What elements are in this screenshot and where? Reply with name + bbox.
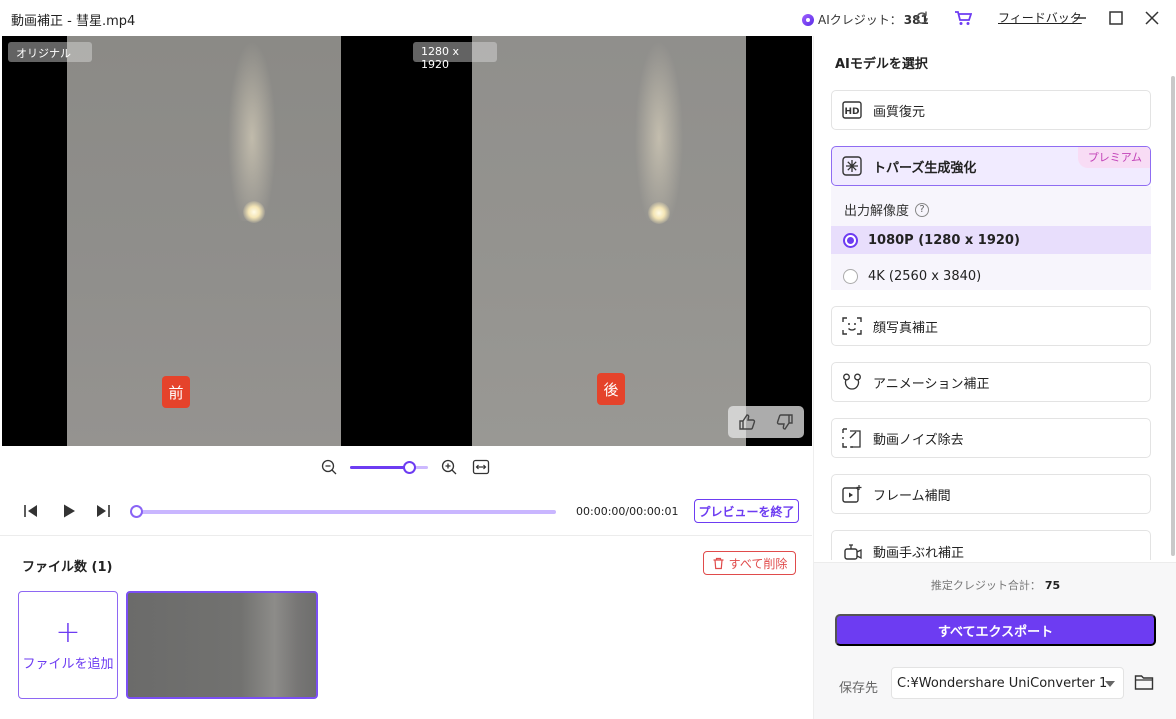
window-title: 動画補正 - 彗星.mp4 <box>11 14 136 29</box>
zoom-out-icon[interactable] <box>320 458 338 476</box>
delete-all-button[interactable]: すべて削除 <box>703 551 796 575</box>
save-location-value: C:¥Wondershare UniConverter 1 <box>897 675 1108 691</box>
title-bar: 動画補正 - 彗星.mp4 AIクレジット： 381 フィードバック <box>0 0 1176 36</box>
model-panel: AIモデルを選択 HD 画質復元 トパーズ生成強化 プレミアム 出力解像度 ? … <box>813 36 1176 719</box>
credit-estimate-label: 推定クレジット合計： <box>930 579 1041 592</box>
ai-credit-label: AIクレジット： <box>818 13 902 27</box>
option-4k[interactable]: 4K (2560 x 3840) <box>831 262 1151 290</box>
model-noise-removal[interactable]: 動画ノイズ除去 <box>831 418 1151 458</box>
original-frame <box>67 36 341 446</box>
export-all-button[interactable]: すべてエクスポート <box>835 614 1156 646</box>
bear-icon <box>841 371 863 393</box>
enhanced-pane: 1280 x 1920 後 <box>407 36 812 446</box>
zoom-slider[interactable] <box>350 461 428 474</box>
plus-icon: + <box>55 614 81 650</box>
add-file-label: ファイルを追加 <box>22 656 114 672</box>
comet-beam <box>619 36 699 221</box>
hd-icon: HD <box>841 99 863 121</box>
video-thumbnail[interactable] <box>126 591 318 699</box>
resolution-label-text: 出力解像度 <box>844 204 910 219</box>
resolution-label: 出力解像度 ? <box>844 200 930 219</box>
noise-icon <box>841 427 863 449</box>
ai-credit: AIクレジット： 381 <box>802 11 929 28</box>
before-badge: 前 <box>162 376 190 408</box>
after-badge: 後 <box>597 373 625 405</box>
timeline-track[interactable] <box>130 505 556 518</box>
resolution-tag: 1280 x 1920 <box>413 42 497 71</box>
help-icon[interactable]: ? <box>915 202 930 217</box>
thumbs-down-icon[interactable] <box>775 412 795 432</box>
previous-frame-icon[interactable] <box>22 503 40 519</box>
delete-all-label: すべて削除 <box>728 556 788 571</box>
zoom-in-icon[interactable] <box>440 458 458 476</box>
play-icon[interactable] <box>60 503 78 519</box>
credit-estimate: 推定クレジット合計： 75 <box>814 577 1176 593</box>
file-count-title: ファイル数 (1) <box>22 560 113 575</box>
stabilize-icon <box>841 542 863 560</box>
thumbs-up-icon[interactable] <box>737 412 757 432</box>
refresh-icon[interactable] <box>914 10 930 26</box>
trash-icon <box>713 557 724 569</box>
fit-width-icon[interactable] <box>472 458 490 476</box>
video-preview: オリジナル 前 1280 x 1920 後 <box>2 36 812 446</box>
timeline-handle[interactable] <box>130 505 143 518</box>
exit-preview-button[interactable]: プレビューを終了 <box>694 499 799 523</box>
ai-credit-icon <box>802 13 814 26</box>
cart-icon[interactable] <box>954 10 972 26</box>
next-frame-icon[interactable] <box>94 503 112 519</box>
time-display: 00:00:00/00:00:01 <box>576 505 679 518</box>
model-label: 画質復元 <box>873 104 926 120</box>
comet-glow <box>243 201 265 223</box>
panel-title: AIモデルを選択 <box>835 57 928 72</box>
radio-unselected[interactable] <box>843 268 858 284</box>
folder-icon[interactable] <box>1134 673 1154 691</box>
model-label: 顔写真補正 <box>873 320 939 336</box>
model-face-restore[interactable]: 顔写真補正 <box>831 306 1151 346</box>
model-label: 動画ノイズ除去 <box>873 432 964 448</box>
model-anime-enhance[interactable]: アニメーション補正 <box>831 362 1151 402</box>
option-label: 4K (2560 x 3840) <box>868 268 982 284</box>
chevron-down-icon <box>1105 681 1115 687</box>
sparkle-icon <box>841 155 863 177</box>
frame-icon <box>841 483 863 505</box>
model-label: 動画手ぶれ補正 <box>873 546 965 560</box>
playback-controls: 00:00:00/00:00:01 プレビューを終了 <box>0 497 812 525</box>
save-location-label: 保存先 <box>839 681 879 696</box>
zoom-slider-fill <box>350 466 411 469</box>
zoom-controls <box>320 458 500 476</box>
close-icon[interactable] <box>1144 10 1160 26</box>
face-scan-icon <box>841 315 863 337</box>
original-pane: オリジナル 前 <box>2 36 407 446</box>
save-location-select[interactable]: C:¥Wondershare UniConverter 1 <box>891 667 1124 699</box>
rating-buttons <box>728 406 804 438</box>
model-label: アニメーション補正 <box>873 376 990 392</box>
premium-badge: プレミアム <box>1077 147 1150 168</box>
comet-glow <box>648 202 670 224</box>
maximize-icon[interactable] <box>1108 10 1124 26</box>
svg-text:HD: HD <box>844 107 859 117</box>
model-topaz-enhance[interactable]: トパーズ生成強化 プレミアム <box>831 146 1151 186</box>
model-stabilization[interactable]: 動画手ぶれ補正 <box>831 530 1151 560</box>
option-1080p[interactable]: 1080P (1280 x 1920) <box>831 226 1151 254</box>
model-quality-restore[interactable]: HD 画質復元 <box>831 90 1151 130</box>
credit-estimate-value: 75 <box>1044 579 1061 592</box>
radio-selected[interactable] <box>843 232 858 248</box>
zoom-slider-handle[interactable] <box>403 461 417 474</box>
model-label: フレーム補間 <box>873 488 951 504</box>
divider <box>0 535 812 536</box>
option-label: 1080P (1280 x 1920) <box>868 232 1020 248</box>
model-frame-interpolation[interactable]: フレーム補間 <box>831 474 1151 514</box>
add-file-button[interactable]: + ファイルを追加 <box>18 591 118 699</box>
feedback-link[interactable]: フィードバック <box>998 9 1082 26</box>
resolution-settings: 出力解像度 ? 1080P (1280 x 1920) 4K (2560 x 3… <box>831 186 1151 290</box>
original-tag: オリジナル <box>8 42 92 62</box>
model-label: トパーズ生成強化 <box>873 160 977 176</box>
panel-scrollbar[interactable] <box>1171 76 1175 556</box>
minimize-icon[interactable] <box>1072 10 1088 26</box>
export-footer: 推定クレジット合計： 75 すべてエクスポート 保存先 C:¥Wondershar… <box>814 562 1176 719</box>
comet-beam <box>212 36 292 221</box>
